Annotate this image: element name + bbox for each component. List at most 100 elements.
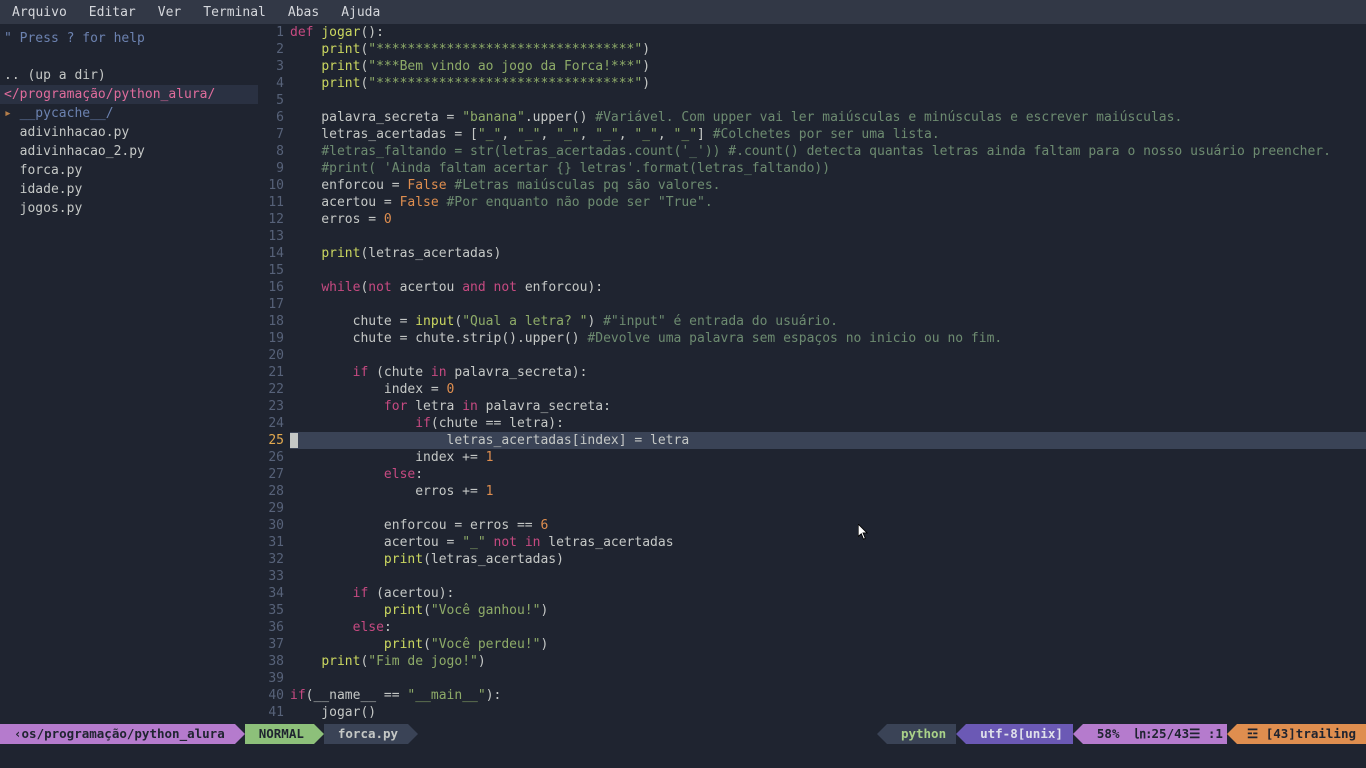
- line-number: 17: [258, 296, 284, 313]
- code-line[interactable]: def jogar():: [290, 24, 1366, 41]
- line-number: 18: [258, 313, 284, 330]
- line-icon: ㏑:: [1133, 726, 1151, 741]
- code-line[interactable]: [290, 228, 1366, 245]
- separator-icon: [877, 724, 887, 744]
- line-number: 35: [258, 602, 284, 619]
- line-number: 28: [258, 483, 284, 500]
- line-number: 23: [258, 398, 284, 415]
- line-number: 37: [258, 636, 284, 653]
- code-line[interactable]: else:: [290, 466, 1366, 483]
- code-line[interactable]: if(__name__ == "__main__"):: [290, 687, 1366, 704]
- line-number: 2: [258, 41, 284, 58]
- code-line[interactable]: print("Você perdeu!"): [290, 636, 1366, 653]
- code-line[interactable]: chute = chute.strip().upper() #Devolve u…: [290, 330, 1366, 347]
- line-number: 12: [258, 211, 284, 228]
- code-line[interactable]: print("*********************************…: [290, 41, 1366, 58]
- line-number: 21: [258, 364, 284, 381]
- code-line[interactable]: jogar(): [290, 704, 1366, 721]
- status-trailing: ☲ [43]trailing: [1237, 724, 1366, 744]
- code-line[interactable]: print("Fim de jogo!"): [290, 653, 1366, 670]
- code-line[interactable]: [290, 670, 1366, 687]
- tree-file[interactable]: jogos.py: [0, 199, 258, 218]
- code-line[interactable]: [290, 347, 1366, 364]
- updir[interactable]: .. (up a dir): [0, 66, 258, 85]
- status-path: ‹os/programação/python_alura: [0, 724, 235, 744]
- separator-icon: [408, 724, 418, 744]
- menu-abas[interactable]: Abas: [288, 5, 319, 20]
- code-line[interactable]: if (acertou):: [290, 585, 1366, 602]
- line-number: 14: [258, 245, 284, 262]
- code-line[interactable]: chute = input("Qual a letra? ") #"input"…: [290, 313, 1366, 330]
- line-number: 20: [258, 347, 284, 364]
- code-text[interactable]: def jogar(): print("********************…: [290, 24, 1366, 724]
- code-line[interactable]: if(chute == letra):: [290, 415, 1366, 432]
- line-number: 29: [258, 500, 284, 517]
- code-line[interactable]: print(letras_acertadas): [290, 245, 1366, 262]
- code-line[interactable]: acertou = False #Por enquanto não pode s…: [290, 194, 1366, 211]
- code-line[interactable]: erros += 1: [290, 483, 1366, 500]
- status-mode: NORMAL: [245, 724, 314, 744]
- tree-file[interactable]: adivinhacao.py: [0, 123, 258, 142]
- code-line[interactable]: index += 1: [290, 449, 1366, 466]
- code-line[interactable]: else:: [290, 619, 1366, 636]
- line-number: 5: [258, 92, 284, 109]
- code-line[interactable]: [290, 568, 1366, 585]
- line-number: 31: [258, 534, 284, 551]
- code-line[interactable]: #letras_faltando = str(letras_acertadas.…: [290, 143, 1366, 160]
- code-line[interactable]: enforcou = erros == 6: [290, 517, 1366, 534]
- line-number: 11: [258, 194, 284, 211]
- line-number-gutter: 1234567891011121314151617181920212223242…: [258, 24, 290, 724]
- col-icon: ☰ :: [1189, 726, 1215, 741]
- tree-folder[interactable]: ▸ __pycache__/: [0, 104, 258, 123]
- menu-arquivo[interactable]: Arquivo: [12, 5, 67, 20]
- statusbar: ‹os/programação/python_alura NORMAL forc…: [0, 724, 1366, 744]
- file-tree[interactable]: " Press ? for help .. (up a dir) </progr…: [0, 24, 258, 724]
- editor-main: " Press ? for help .. (up a dir) </progr…: [0, 24, 1366, 724]
- line-number: 24: [258, 415, 284, 432]
- separator-icon: [314, 724, 324, 744]
- code-line[interactable]: enforcou = False #Letras maiúsculas pq s…: [290, 177, 1366, 194]
- code-line[interactable]: index = 0: [290, 381, 1366, 398]
- tree-file[interactable]: adivinhacao_2.py: [0, 142, 258, 161]
- code-line[interactable]: acertou = "_" not in letras_acertadas: [290, 534, 1366, 551]
- trailing-icon: ☲: [1247, 726, 1266, 741]
- code-line[interactable]: while(not acertou and not enforcou):: [290, 279, 1366, 296]
- code-line[interactable]: [290, 296, 1366, 313]
- menu-terminal[interactable]: Terminal: [203, 5, 266, 20]
- code-line[interactable]: #print( 'Ainda faltam acertar {} letras'…: [290, 160, 1366, 177]
- line-number: 40: [258, 687, 284, 704]
- line-number: 36: [258, 619, 284, 636]
- menu-editar[interactable]: Editar: [89, 5, 136, 20]
- code-line[interactable]: palavra_secreta = "banana".upper() #Vari…: [290, 109, 1366, 126]
- menu-ajuda[interactable]: Ajuda: [341, 5, 380, 20]
- code-line[interactable]: print("Você ganhou!"): [290, 602, 1366, 619]
- line-number: 19: [258, 330, 284, 347]
- tree-file[interactable]: idade.py: [0, 180, 258, 199]
- current-path[interactable]: </programação/python_alura/: [0, 85, 258, 104]
- line-number: 1: [258, 24, 284, 41]
- code-line[interactable]: letras_acertadas = ["_", "_", "_", "_", …: [290, 126, 1366, 143]
- code-line[interactable]: if (chute in palavra_secreta):: [290, 364, 1366, 381]
- tree-file[interactable]: forca.py: [0, 161, 258, 180]
- separator-icon: [1073, 724, 1083, 744]
- separator-icon: [1227, 724, 1237, 744]
- code-line[interactable]: print("*********************************…: [290, 75, 1366, 92]
- code-line[interactable]: print("***Bem vindo ao jogo da Forca!***…: [290, 58, 1366, 75]
- separator-icon: [235, 724, 245, 744]
- line-number: 3: [258, 58, 284, 75]
- line-number: 7: [258, 126, 284, 143]
- line-number: 13: [258, 228, 284, 245]
- line-number: 41: [258, 704, 284, 721]
- code-area[interactable]: 1234567891011121314151617181920212223242…: [258, 24, 1366, 724]
- code-line[interactable]: letras_acertadas[index] = letra: [290, 432, 1366, 449]
- menu-ver[interactable]: Ver: [158, 5, 181, 20]
- code-line[interactable]: [290, 500, 1366, 517]
- status-position: ㏑:25/43☰ :1: [1129, 724, 1226, 744]
- code-line[interactable]: erros = 0: [290, 211, 1366, 228]
- line-number: 26: [258, 449, 284, 466]
- code-line[interactable]: [290, 92, 1366, 109]
- status-filename: forca.py: [324, 724, 408, 744]
- code-line[interactable]: print(letras_acertadas): [290, 551, 1366, 568]
- code-line[interactable]: [290, 262, 1366, 279]
- code-line[interactable]: for letra in palavra_secreta:: [290, 398, 1366, 415]
